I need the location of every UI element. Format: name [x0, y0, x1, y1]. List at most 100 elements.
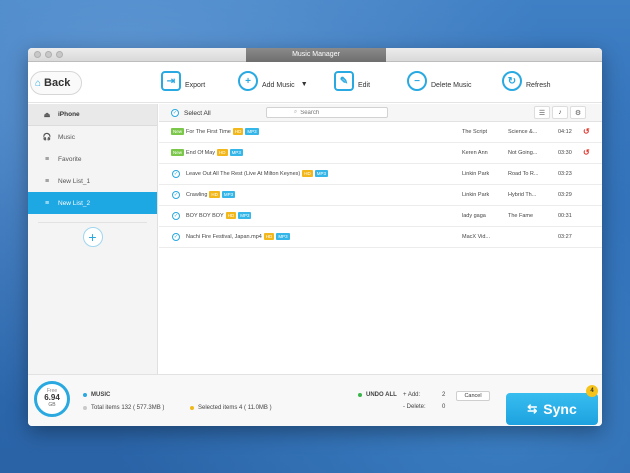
- check-icon[interactable]: ✓: [172, 233, 180, 241]
- sidebar-item-label: Favorite: [58, 155, 82, 163]
- song-title-cell: Crawling HD MP3: [186, 185, 236, 205]
- select-all-label: Select All: [184, 109, 211, 117]
- duration-cell: 03:30: [558, 150, 572, 156]
- cancel-button[interactable]: Cancel: [456, 391, 490, 401]
- album-cell: Hybrid Th...: [508, 192, 537, 198]
- sidebar-item-music[interactable]: 🎧 Music: [28, 126, 157, 148]
- sidebar-item-label: Music: [58, 133, 75, 141]
- window-title: Music Manager: [246, 48, 386, 62]
- sync-count-badge: 4: [586, 385, 598, 397]
- table-row[interactable]: ✓ Nachi Fire Festival, Japan.mp4 HD MP3 MacX…: [159, 227, 602, 248]
- device-name: iPhone: [58, 111, 80, 118]
- delete-music-button[interactable]: − Delete Music: [407, 71, 471, 91]
- format-badge: MP3: [245, 128, 259, 136]
- delete-count: 0: [442, 404, 446, 410]
- artist-cell: Linkin Park: [462, 192, 490, 198]
- table-row[interactable]: ✓ Leave Out All The Rest (Live At Milton …: [159, 164, 602, 185]
- playlist-icon: ≡: [44, 177, 50, 185]
- minimize-window-button[interactable]: [45, 51, 52, 58]
- album-cell: Science &...: [508, 129, 538, 135]
- sidebar-item-favorite[interactable]: ≡ Favorite: [28, 148, 157, 170]
- add-music-label: Add Music: [262, 81, 295, 89]
- sidebar-item-new-list-2[interactable]: ≡ New List_2: [28, 192, 157, 214]
- add-music-button[interactable]: + Add Music ▼: [238, 71, 308, 91]
- selected-items-text: Selected items 4 ( 11.0MB ): [198, 405, 272, 411]
- song-title-cell: BOY BOY BOY HD MP3: [186, 206, 252, 226]
- undo-all-label: UNDO ALL: [366, 392, 397, 398]
- eject-icon[interactable]: ⏏: [42, 111, 52, 119]
- refresh-label: Refresh: [526, 81, 551, 89]
- song-title: Nachi Fire Festival, Japan.mp4: [186, 234, 262, 240]
- artist-cell: lady gaga: [462, 213, 486, 219]
- table-row[interactable]: ✓ Crawling HD MP3 Linkin Park Hybrid Th... 03:…: [159, 185, 602, 206]
- sync-icon: ⇆: [527, 402, 538, 416]
- sync-label: Sync: [543, 401, 577, 417]
- selected-items: Selected items 4 ( 11.0MB ): [190, 405, 272, 411]
- hd-badge: HD: [263, 233, 275, 241]
- song-title-cell: New End Of May HD MP3: [171, 143, 243, 163]
- check-icon[interactable]: ✓: [172, 191, 180, 199]
- select-all-checkbox[interactable]: ✓ Select All: [171, 109, 211, 117]
- headphones-icon: 🎧: [42, 134, 52, 141]
- sidebar-device-iphone[interactable]: ⏏ iPhone: [28, 104, 157, 126]
- song-title: Leave Out All The Rest (Live At Milton K…: [186, 171, 301, 177]
- artist-view-icon[interactable]: ♪: [552, 106, 568, 119]
- artist-cell: Keren Ann: [462, 150, 488, 156]
- song-title: Crawling: [186, 192, 208, 198]
- table-row[interactable]: New End Of May HD MP3 Keren Ann Not Going... 0…: [159, 143, 602, 164]
- list-header: ✓ Select All ⌕ ☰ ♪ ⚙: [159, 104, 602, 122]
- format-badge: MP3: [229, 149, 243, 157]
- back-button[interactable]: ⌂ Back: [30, 71, 82, 95]
- refresh-button[interactable]: ↻ Refresh: [502, 71, 551, 91]
- window-controls: [34, 51, 63, 58]
- export-button[interactable]: ⇥ Export: [161, 71, 205, 91]
- hd-badge: HD: [209, 191, 220, 199]
- format-badge: MP3: [221, 191, 236, 199]
- title-bar: Music Manager: [28, 48, 602, 62]
- duration-cell: 03:23: [558, 171, 572, 177]
- storage-value: 6.94: [44, 393, 60, 402]
- music-dot: [83, 393, 87, 397]
- duration-cell: 00:31: [558, 213, 572, 219]
- zoom-window-button[interactable]: [56, 51, 63, 58]
- music-rows: New For The First Time HD MP3 The Script Scie…: [159, 122, 602, 248]
- edit-button[interactable]: ✎ Edit: [334, 71, 370, 91]
- table-row[interactable]: New For The First Time HD MP3 The Script Scie…: [159, 122, 602, 143]
- settings-icon[interactable]: ⚙: [570, 106, 586, 119]
- sync-button[interactable]: ⇆ Sync: [506, 393, 598, 425]
- storage-unit: GB: [48, 402, 56, 408]
- undo-all-button[interactable]: UNDO ALL: [358, 392, 397, 398]
- table-row[interactable]: ✓ BOY BOY BOY HD MP3 lady gaga The Fame 00:31: [159, 206, 602, 227]
- total-items-text: Total items 132 ( 577.3MB ): [91, 405, 165, 411]
- section-label-text: MUSIC: [91, 392, 111, 398]
- view-buttons: ☰ ♪ ⚙: [534, 106, 586, 119]
- home-icon: ⌂: [35, 77, 42, 89]
- delete-count-label: - Delete:: [403, 404, 426, 410]
- playlist-icon: ≡: [44, 155, 50, 163]
- add-music-icon: +: [238, 71, 258, 91]
- close-window-button[interactable]: [34, 51, 41, 58]
- hd-badge: HD: [232, 128, 244, 136]
- undo-icon[interactable]: ↺: [583, 122, 590, 142]
- search-box[interactable]: ⌕: [266, 107, 388, 118]
- song-title: BOY BOY BOY: [186, 213, 224, 219]
- add-label-text: + Add:: [403, 392, 421, 398]
- list-view-icon[interactable]: ☰: [534, 106, 550, 119]
- duration-cell: 03:29: [558, 192, 572, 198]
- duration-cell: 03:27: [558, 234, 572, 240]
- hd-badge: HD: [225, 212, 237, 220]
- selected-dot: [190, 406, 194, 410]
- add-playlist-button[interactable]: +: [82, 227, 103, 247]
- sidebar-item-new-list-1[interactable]: ≡ New List_1: [28, 170, 157, 192]
- edit-label: Edit: [358, 81, 371, 89]
- undo-icon[interactable]: ↺: [583, 143, 590, 163]
- hd-badge: HD: [302, 170, 313, 178]
- search-input[interactable]: [300, 109, 361, 116]
- music-manager-window: Music Manager ⌂ Back ⇥ Export + Add Musi…: [28, 48, 602, 426]
- check-icon[interactable]: ✓: [172, 212, 180, 220]
- refresh-icon: ↻: [502, 71, 522, 91]
- check-icon[interactable]: ✓: [172, 170, 180, 178]
- format-badge: MP3: [238, 212, 252, 220]
- chevron-down-icon[interactable]: ▼: [301, 81, 308, 88]
- album-cell: Road To R...: [508, 171, 539, 177]
